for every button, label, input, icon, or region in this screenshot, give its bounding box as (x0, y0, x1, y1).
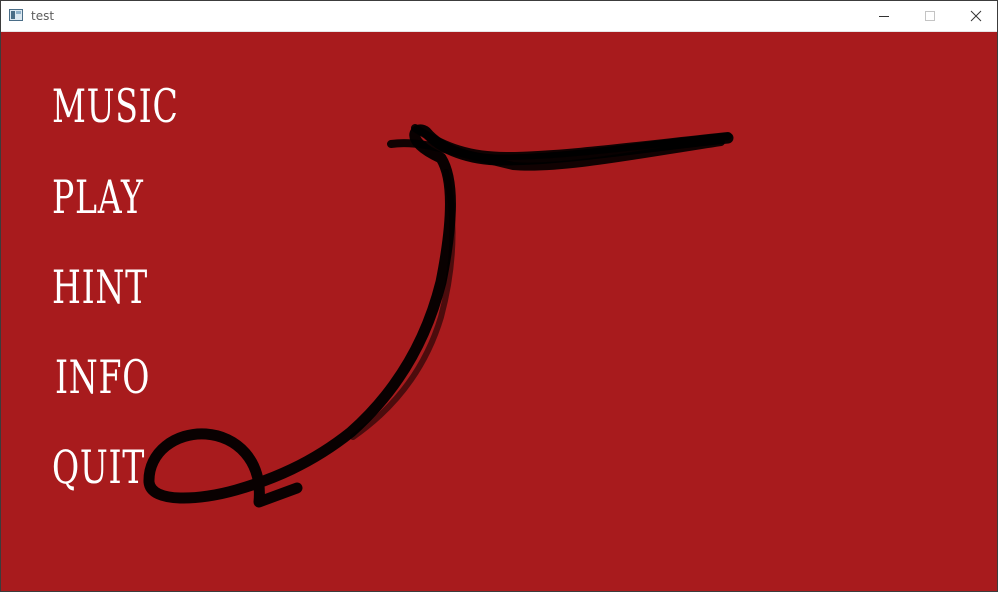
menu-item-play[interactable]: PLAY (52, 171, 144, 223)
minimize-button[interactable] (861, 1, 907, 31)
close-button[interactable] (953, 1, 997, 31)
maximize-button[interactable] (907, 1, 953, 31)
game-canvas[interactable]: MUSIC PLAY HINT INFO QUIT (1, 32, 997, 591)
minimize-icon (879, 16, 889, 17)
maximize-icon (925, 11, 935, 21)
menu-item-quit[interactable]: QUIT (52, 441, 145, 493)
close-icon (970, 10, 982, 22)
menu-item-info[interactable]: INFO (55, 351, 150, 403)
menu-item-music[interactable]: MUSIC (52, 80, 179, 132)
app-window: test MUSIC PLAY HINT INFO QUIT (0, 0, 998, 592)
app-window-icon (9, 9, 23, 21)
title-bar[interactable]: test (1, 1, 997, 32)
menu-item-hint[interactable]: HINT (52, 261, 148, 313)
window-title: test (31, 9, 55, 23)
